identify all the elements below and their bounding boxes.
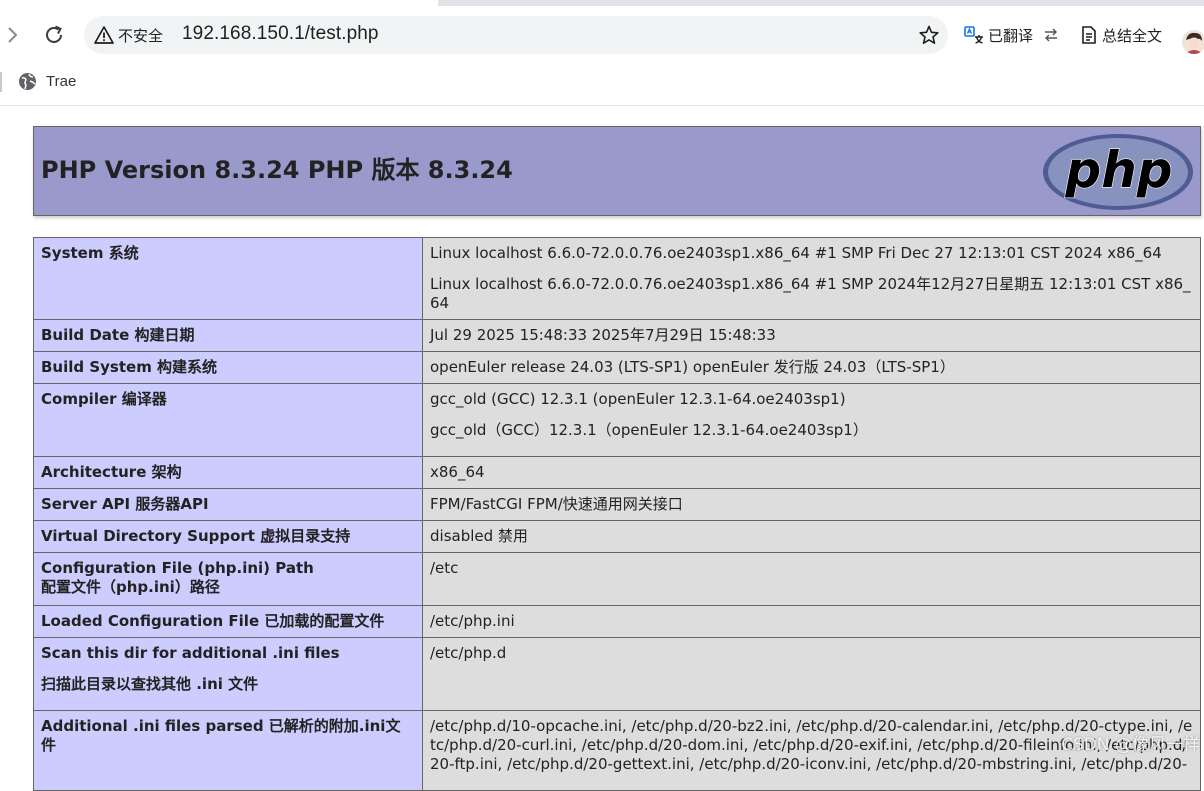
row-value-line: Linux localhost 6.6.0-72.0.0.76.oe2403sp… bbox=[430, 275, 1191, 312]
reload-icon[interactable] bbox=[42, 22, 66, 48]
translate-button[interactable]: 已翻译 bbox=[964, 23, 1063, 47]
security-status[interactable]: 不安全 bbox=[118, 25, 163, 46]
table-row: Virtual Directory Support 虚拟目录支持 disable… bbox=[33, 520, 1201, 553]
info-table: System 系统 Linux localhost 6.6.0-72.0.0.7… bbox=[33, 237, 1201, 791]
row-value: openEuler release 24.03 (LTS-SP1) openEu… bbox=[422, 351, 1201, 384]
swap-icon[interactable] bbox=[1043, 27, 1059, 43]
row-key-line: 配置文件（php.ini）路径 bbox=[41, 578, 220, 596]
php-logo[interactable]: php bbox=[1042, 133, 1194, 211]
address-bar[interactable]: 不安全 192.168.150.1/test.php bbox=[84, 16, 948, 54]
row-key-line: Configuration File (php.ini) Path bbox=[41, 559, 314, 577]
table-row: Server API 服务器API FPM/FastCGI FPM/快速通用网关… bbox=[33, 488, 1201, 521]
row-value: FPM/FastCGI FPM/快速通用网关接口 bbox=[422, 488, 1201, 521]
table-row: Build Date 构建日期 Jul 29 2025 15:48:33 202… bbox=[33, 319, 1201, 352]
bookmarks-divider bbox=[0, 72, 2, 92]
profile-avatar[interactable] bbox=[1182, 30, 1204, 54]
translate-label: 已翻译 bbox=[988, 27, 1034, 45]
row-key: Compiler 编译器 bbox=[33, 383, 423, 457]
table-row: Scan this dir for additional .ini files 扫… bbox=[33, 637, 1201, 711]
row-key: Additional .ini files parsed 已解析的附加.ini文… bbox=[33, 710, 423, 791]
row-key: Virtual Directory Support 虚拟目录支持 bbox=[33, 520, 423, 553]
phpinfo-content: PHP Version 8.3.24 PHP 版本 8.3.24 php Sys… bbox=[33, 126, 1201, 791]
table-row: Architecture 架构 x86_64 bbox=[33, 456, 1201, 489]
table-row: System 系统 Linux localhost 6.6.0-72.0.0.7… bbox=[33, 237, 1201, 320]
row-key-line: Scan this dir for additional .ini files bbox=[41, 644, 340, 662]
row-key: Scan this dir for additional .ini files 扫… bbox=[33, 637, 423, 711]
row-value: /etc/php.d bbox=[422, 637, 1201, 711]
row-key-line: 扫描此目录以查找其他 .ini 文件 bbox=[41, 675, 259, 693]
php-header: PHP Version 8.3.24 PHP 版本 8.3.24 php bbox=[33, 126, 1201, 216]
warning-icon[interactable] bbox=[94, 25, 114, 45]
row-value-line: Linux localhost 6.6.0-72.0.0.76.oe2403sp… bbox=[430, 244, 1162, 262]
php-logo-text: php bbox=[1064, 141, 1172, 199]
summarize-label: 总结全文 bbox=[1102, 27, 1163, 45]
row-key: System 系统 bbox=[33, 237, 423, 320]
row-value: x86_64 bbox=[422, 456, 1201, 489]
table-row: Configuration File (php.ini) Path 配置文件（ph… bbox=[33, 552, 1201, 606]
bookmarks-bar: Trae bbox=[0, 64, 1204, 106]
browser-toolbar: 不安全 192.168.150.1/test.php 已翻译 总结全文 bbox=[0, 6, 1204, 64]
forward-icon[interactable] bbox=[4, 24, 22, 46]
summarize-button[interactable]: 总结全文 bbox=[1080, 23, 1162, 47]
row-value: Linux localhost 6.6.0-72.0.0.76.oe2403sp… bbox=[422, 237, 1201, 320]
watermark: CSDN @像风一样 bbox=[1061, 735, 1200, 755]
bookmark-trae[interactable]: Trae bbox=[18, 70, 76, 92]
bookmark-label: Trae bbox=[46, 72, 77, 90]
table-row: Build System 构建系统 openEuler release 24.0… bbox=[33, 351, 1201, 384]
table-row: Additional .ini files parsed 已解析的附加.ini文… bbox=[33, 710, 1201, 791]
row-key: Configuration File (php.ini) Path 配置文件（ph… bbox=[33, 552, 423, 606]
row-value: gcc_old (GCC) 12.3.1 (openEuler 12.3.1-6… bbox=[422, 383, 1201, 457]
row-value-line: gcc_old (GCC) 12.3.1 (openEuler 12.3.1-6… bbox=[430, 390, 846, 408]
table-row: Compiler 编译器 gcc_old (GCC) 12.3.1 (openE… bbox=[33, 383, 1201, 457]
row-key: Loaded Configuration File 已加载的配置文件 bbox=[33, 605, 423, 638]
row-value: disabled 禁用 bbox=[422, 520, 1201, 553]
translate-icon bbox=[964, 26, 983, 44]
row-value-line: gcc_old（GCC）12.3.1（openEuler 12.3.1-64.o… bbox=[430, 421, 868, 439]
row-key: Build Date 构建日期 bbox=[33, 319, 423, 352]
row-key: Architecture 架构 bbox=[33, 456, 423, 489]
table-row: Loaded Configuration File 已加载的配置文件 /etc/… bbox=[33, 605, 1201, 638]
row-key: Build System 构建系统 bbox=[33, 351, 423, 384]
row-key: Server API 服务器API bbox=[33, 488, 423, 521]
row-value: /etc bbox=[422, 552, 1201, 606]
row-value: /etc/php.ini bbox=[422, 605, 1201, 638]
document-icon bbox=[1082, 26, 1096, 44]
row-value: Jul 29 2025 15:48:33 2025年7月29日 15:48:33 bbox=[422, 319, 1201, 352]
page-title: PHP Version 8.3.24 PHP 版本 8.3.24 bbox=[41, 156, 513, 184]
star-icon[interactable] bbox=[918, 24, 940, 46]
globe-icon bbox=[19, 72, 36, 90]
url-text[interactable]: 192.168.150.1/test.php bbox=[182, 23, 379, 45]
